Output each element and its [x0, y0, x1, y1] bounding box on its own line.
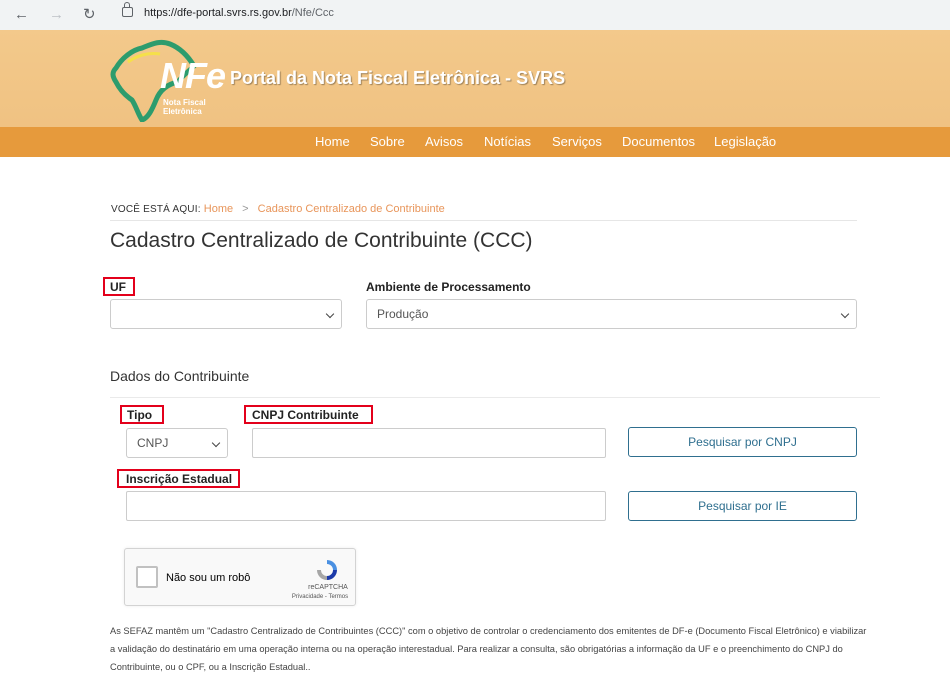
chevron-down-icon [840, 309, 850, 319]
main-menu: Home Sobre Avisos Notícias Serviços Docu… [0, 127, 950, 157]
browser-toolbar: ← → ↻ https://dfe-portal.svrs.rs.gov.br/… [0, 0, 950, 31]
lock-icon [122, 2, 133, 17]
divider [110, 220, 857, 221]
portal-title: Portal da Nota Fiscal Eletrônica - SVRS [230, 68, 566, 88]
menu-item-sobre[interactable]: Sobre [370, 134, 405, 149]
breadcrumb-current[interactable]: Cadastro Centralizado de Contribuinte [258, 203, 445, 215]
cnpj-input[interactable] [252, 428, 606, 458]
menu-item-servicos[interactable]: Serviços [552, 134, 602, 149]
logo-subtitle: Nota Fiscal Eletrônica [163, 98, 206, 116]
chevron-down-icon [211, 438, 221, 448]
divider [110, 397, 880, 398]
tipo-select[interactable]: CNPJ [126, 428, 228, 458]
ie-label: Inscrição Estadual [126, 472, 233, 486]
search-cnpj-button[interactable]: Pesquisar por CNPJ [628, 427, 857, 457]
breadcrumb-home-link[interactable]: Home [204, 203, 233, 215]
reload-icon[interactable]: ↻ [83, 6, 96, 24]
menu-item-home[interactable]: Home [315, 134, 350, 149]
ie-input[interactable] [126, 491, 606, 521]
description-text: As SEFAZ mantêm um "Cadastro Centralizad… [110, 626, 867, 672]
logo-nfe-text: NFe [160, 55, 226, 96]
search-ie-button[interactable]: Pesquisar por IE [628, 491, 857, 521]
breadcrumb-separator: > [242, 203, 249, 215]
recaptcha-logo-icon [317, 560, 337, 580]
ambiente-label: Ambiente de Processamento [366, 280, 531, 294]
uf-select[interactable] [110, 299, 342, 329]
address-bar[interactable]: https://dfe-portal.svrs.rs.gov.br/Nfe/Cc… [112, 2, 950, 26]
recaptcha-widget: Não sou um robô reCAPTCHA Privacidade - … [124, 548, 356, 606]
back-arrow-icon[interactable]: ← [14, 6, 29, 24]
url-text: https://dfe-portal.svrs.rs.gov.br/Nfe/Cc… [144, 7, 334, 19]
breadcrumb: VOCÊ ESTÁ AQUI: Home > Cadastro Centrali… [111, 203, 445, 215]
menu-item-avisos[interactable]: Avisos [425, 134, 463, 149]
forward-arrow-icon[interactable]: → [49, 6, 64, 24]
menu-item-legislacao[interactable]: Legislação [714, 134, 776, 149]
menu-item-documentos[interactable]: Documentos [622, 134, 695, 149]
menu-item-noticias[interactable]: Notícias [484, 134, 531, 149]
recaptcha-terms-link[interactable]: Privacidade - Termos [285, 594, 355, 600]
recaptcha-label: Não sou um robô [166, 572, 251, 584]
ambiente-select[interactable]: Produção [366, 299, 857, 329]
uf-label: UF [110, 280, 126, 294]
tipo-label: Tipo [127, 408, 153, 422]
breadcrumb-label: VOCÊ ESTÁ AQUI: [111, 204, 201, 215]
cnpj-label: CNPJ Contribuinte [252, 408, 359, 422]
recaptcha-checkbox[interactable] [136, 566, 158, 588]
recaptcha-brand: reCAPTCHA [308, 584, 348, 591]
section-title: Dados do Contribuinte [110, 368, 250, 384]
chevron-down-icon [325, 309, 335, 319]
page-title: Cadastro Centralizado de Contribuinte (C… [110, 229, 533, 252]
